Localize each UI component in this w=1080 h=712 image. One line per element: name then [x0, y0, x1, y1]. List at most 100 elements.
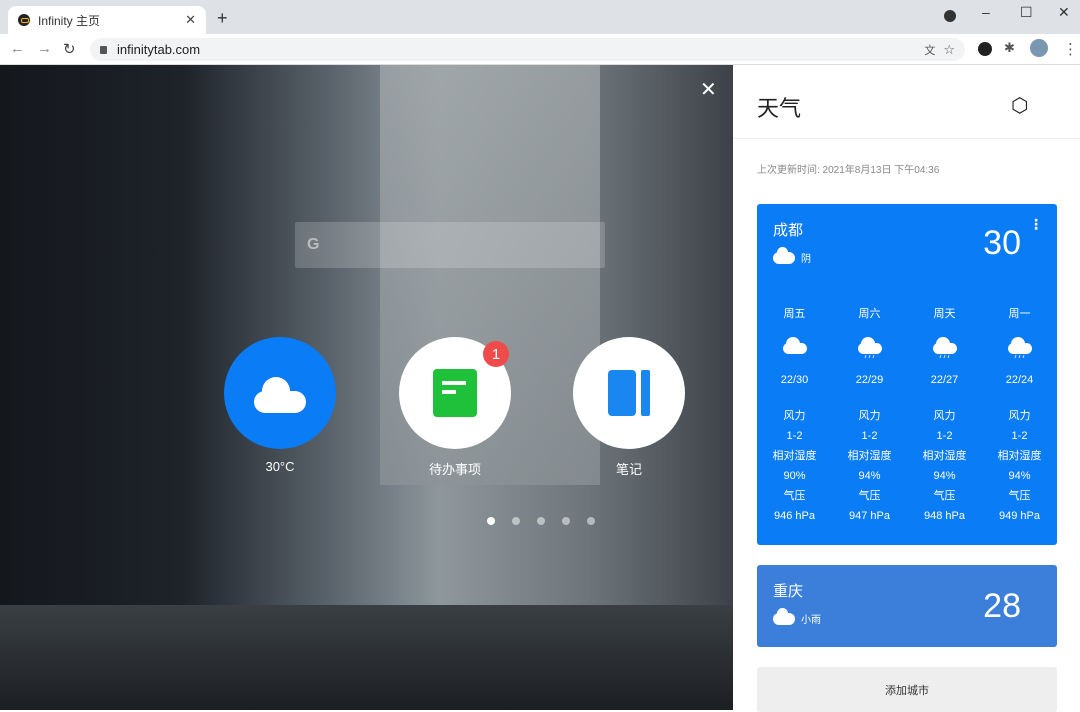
app-label: 笔记 [615, 462, 642, 477]
reload-icon[interactable]: ↻ [63, 40, 76, 58]
menu-icon[interactable]: ⋮ [1063, 40, 1078, 58]
more-options-icon[interactable]: ⋮ [1029, 216, 1043, 233]
humidity-label: 相对湿度 [847, 450, 892, 462]
infinity-favicon-icon [18, 14, 30, 26]
page-dot[interactable] [562, 517, 570, 525]
notification-badge: 1 [483, 341, 509, 367]
translate-icon[interactable]: 文 [924, 42, 935, 58]
app-weather[interactable]: 30°C [224, 337, 336, 474]
close-panel-icon[interactable]: ✕ [700, 77, 717, 102]
forecast-day-column: 周五 22/30 风力 1-2 相对湿度 90% 气压 946 hPa [757, 304, 832, 526]
page-dot[interactable] [587, 517, 595, 525]
pressure-label: 气压 [858, 490, 881, 502]
last-updated: 上次更新时间: 2021年8月13日 下午04:36 [757, 165, 940, 176]
pressure-value: 949 hPa [999, 510, 1040, 522]
rain-cloud-icon [773, 607, 795, 625]
extensions-icon[interactable]: ✱ [1004, 40, 1015, 56]
city-card-chengdu[interactable]: 成都 阴 30 ⋮ 周五 22/30 风力 1-2 相对湿度 90% 气压 946 hPa 周六… [757, 204, 1057, 545]
temp-range: 22/27 [930, 374, 959, 386]
forecast: 周五 22/30 风力 1-2 相对湿度 90% 气压 946 hPa 周六 22/29 风力 1-2… [757, 304, 1057, 526]
humidity-value: 94% [933, 470, 956, 482]
rain-cloud-icon [907, 324, 982, 370]
humidity-value: 90% [783, 470, 806, 482]
todo-app-icon: 1 [399, 337, 511, 449]
app-todo[interactable]: 1 待办事项 [399, 337, 511, 478]
pressure-label: 气压 [933, 490, 956, 502]
forecast-day: 周六 [858, 308, 881, 320]
forward-icon[interactable]: → [37, 40, 52, 57]
search-input[interactable]: G [295, 222, 605, 268]
forecast-day: 周天 [933, 308, 956, 320]
humidity-label: 相对湿度 [997, 450, 1042, 462]
app-label: 30°C [265, 459, 295, 474]
page-dot[interactable] [487, 517, 495, 525]
temp-range: 22/24 [1005, 374, 1034, 386]
wind-value: 1-2 [936, 430, 953, 442]
url-text: infinitytab.com [117, 42, 201, 57]
tab-strip: Infinity 主页 ✕ + – ☐ ✕ [0, 0, 1080, 34]
humidity-label: 相对湿度 [772, 450, 817, 462]
wind-label: 风力 [1008, 410, 1031, 422]
new-tab-button[interactable]: + [217, 8, 228, 29]
minimize-button[interactable]: – [982, 4, 990, 20]
city-name: 成都 [773, 222, 804, 239]
humidity-value: 94% [1008, 470, 1031, 482]
humidity-label: 相对湿度 [922, 450, 967, 462]
pressure-label: 气压 [783, 490, 806, 502]
wind-value: 1-2 [1011, 430, 1028, 442]
close-window-button[interactable]: ✕ [1058, 4, 1070, 21]
url-input[interactable]: infinitytab.com 文 ☆ [90, 38, 965, 61]
new-tab-page: ✕ G 30°C 1 待办事项 笔记 [0, 65, 733, 710]
wind-label: 风力 [783, 410, 806, 422]
weather-panel: 天气 ⬡ 上次更新时间: 2021年8月13日 下午04:36 成都 阴 30 … [733, 65, 1080, 712]
forecast-day-column: 周天 22/27 风力 1-2 相对湿度 94% 气压 948 hPa [907, 304, 982, 526]
current-temp: 30 [983, 224, 1021, 262]
page-dot[interactable] [537, 517, 545, 525]
city-card-chongqing[interactable]: 重庆 小雨 28 [757, 565, 1057, 647]
current-condition: 阴 [773, 246, 811, 265]
lock-icon [100, 45, 107, 54]
rain-cloud-icon [832, 324, 907, 370]
google-icon: G [307, 236, 320, 253]
city-name: 重庆 [773, 583, 804, 600]
pressure-value: 947 hPa [849, 510, 890, 522]
pressure-label: 气压 [1008, 490, 1031, 502]
tab-title: Infinity 主页 [38, 13, 101, 28]
cloud-icon [757, 324, 832, 370]
forecast-day: 周一 [1008, 308, 1031, 320]
wind-label: 风力 [858, 410, 881, 422]
cloud-icon [773, 246, 795, 264]
forecast-day-column: 周六 22/29 风力 1-2 相对湿度 94% 气压 947 hPa [832, 304, 907, 526]
condition-text: 阴 [801, 254, 811, 265]
wind-value: 1-2 [861, 430, 878, 442]
forecast-day-column: 周一 22/24 风力 1-2 相对湿度 94% 气压 949 hPa [982, 304, 1057, 526]
star-icon[interactable]: ☆ [943, 42, 955, 58]
condition-text: 小雨 [801, 615, 821, 626]
back-icon[interactable]: ← [10, 40, 25, 57]
pressure-value: 946 hPa [774, 510, 815, 522]
infinity-extension-icon[interactable] [978, 42, 992, 56]
current-temp: 28 [983, 587, 1021, 625]
panel-title: 天气 [757, 96, 802, 121]
avatar[interactable] [1030, 39, 1048, 57]
forecast-day: 周五 [783, 308, 806, 320]
page-indicator [487, 517, 595, 525]
browser-tab[interactable]: Infinity 主页 ✕ [8, 6, 206, 34]
maximize-button[interactable]: ☐ [1020, 4, 1033, 21]
app-notes[interactable]: 笔记 [573, 337, 685, 478]
humidity-value: 94% [858, 470, 881, 482]
add-city-button[interactable]: 添加城市 [757, 667, 1057, 712]
rain-cloud-icon [982, 324, 1057, 370]
page-dot[interactable] [512, 517, 520, 525]
temp-range: 22/30 [780, 374, 809, 386]
divider [733, 138, 1080, 139]
current-condition: 小雨 [773, 607, 821, 626]
wind-value: 1-2 [786, 430, 803, 442]
temp-range: 22/29 [855, 374, 884, 386]
app-label: 待办事项 [428, 462, 481, 477]
notes-app-icon [573, 337, 685, 449]
settings-icon[interactable]: ⬡ [1011, 93, 1028, 118]
pressure-value: 948 hPa [924, 510, 965, 522]
close-tab-icon[interactable]: ✕ [185, 12, 196, 28]
profile-dropdown-icon[interactable] [944, 10, 956, 22]
